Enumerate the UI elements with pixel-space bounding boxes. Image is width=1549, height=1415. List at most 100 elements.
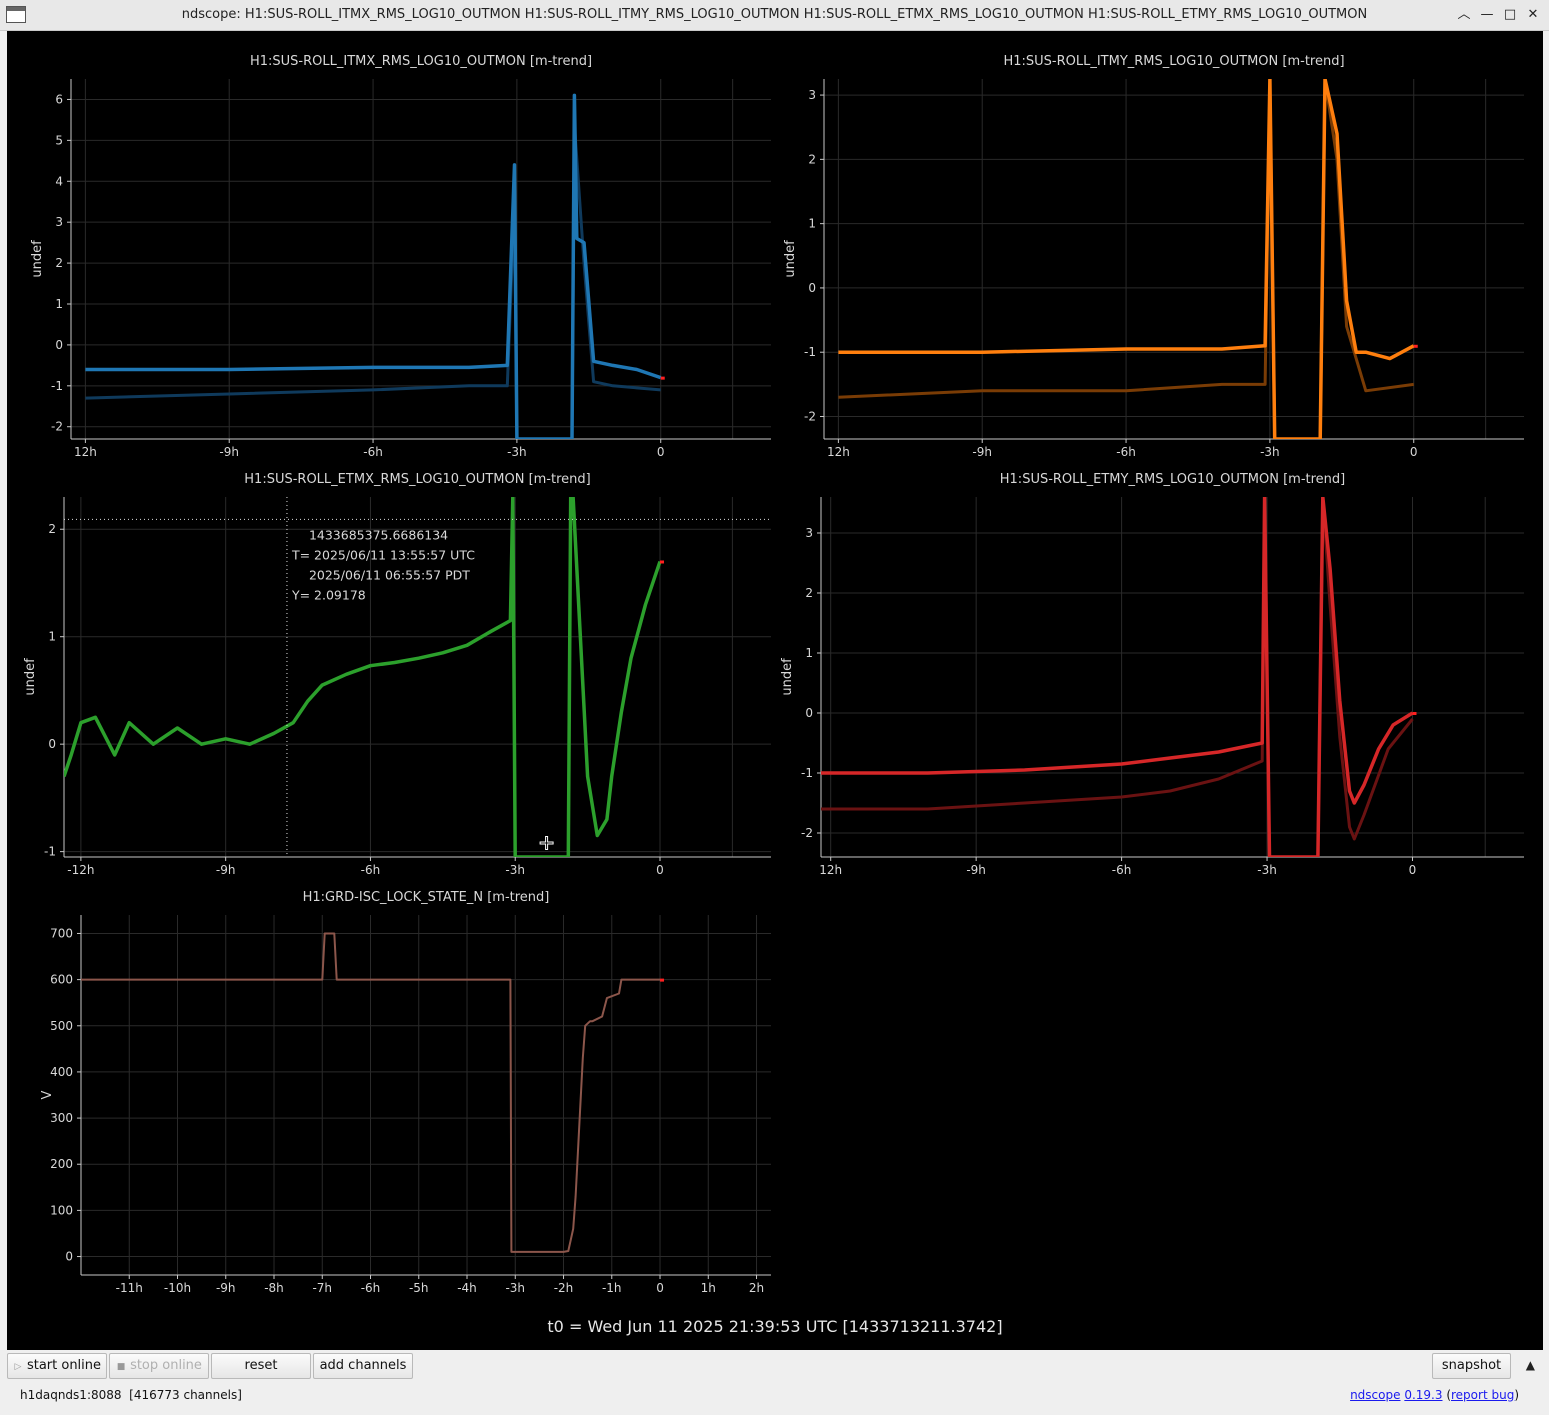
channel-count: [416773 channels]	[129, 1388, 242, 1402]
version-info: ndscope 0.19.3 (report bug)	[1350, 1388, 1519, 1402]
y-tick-label: 400	[50, 1065, 73, 1079]
x-tick-label: -6h	[1116, 445, 1136, 459]
y-tick-label: -1	[801, 766, 813, 780]
x-tick-label: -3h	[507, 445, 527, 459]
y-tick-label: 200	[50, 1157, 73, 1171]
y-tick-label: -1	[44, 845, 56, 859]
add-channels-button[interactable]: add channels	[313, 1353, 413, 1379]
stop-icon: ■	[116, 1362, 126, 1372]
stop-online-button[interactable]: ■ stop online	[109, 1353, 209, 1379]
keep-above-button[interactable]: ︿	[1454, 4, 1474, 26]
close-button[interactable]: ✕	[1523, 4, 1543, 26]
reset-button[interactable]: reset	[211, 1353, 311, 1379]
x-tick-label: 0	[657, 445, 665, 459]
x-tick-label: -4h	[457, 1281, 477, 1295]
x-tick-label: -12h	[67, 863, 94, 877]
start-online-label: start online	[26, 1358, 102, 1373]
maximize-button[interactable]: □	[1500, 4, 1520, 26]
y-axis-label: V	[40, 1090, 55, 1099]
live-point-marker	[1412, 712, 1417, 715]
live-point-marker	[660, 376, 665, 380]
x-tick-label: -7h	[312, 1281, 332, 1295]
y-tick-label: 1	[808, 217, 816, 231]
y-tick-label: 0	[55, 338, 63, 352]
x-tick-label: 12h	[74, 445, 97, 459]
x-tick-label: -3h	[505, 1281, 525, 1295]
cursor-readout-utc: T= 2025/06/11 13:55:57 UTC	[291, 547, 475, 562]
x-tick-label: -9h	[972, 445, 992, 459]
y-tick-label: 3	[805, 526, 813, 540]
y-tick-label: -2	[804, 410, 816, 424]
series-line-mean	[821, 497, 1414, 857]
y-tick-label: 2	[48, 522, 56, 536]
x-tick-label: 2h	[749, 1281, 764, 1295]
y-tick-label: -2	[51, 420, 63, 434]
y-tick-label: 0	[808, 281, 816, 295]
plot-panel-grd: H1:GRD-ISC_LOCK_STATE_N [m-trend] V 0 100 20…	[40, 890, 771, 1295]
y-tick-label: 300	[50, 1111, 73, 1125]
move-cursor-icon-inner	[540, 837, 553, 850]
plot-title: H1:SUS-ROLL_ETMX_RMS_LOG10_OUTMON [m-tre…	[244, 472, 590, 487]
plot-title: H1:SUS-ROLL_ITMX_RMS_LOG10_OUTMON [m-tre…	[250, 54, 592, 69]
x-tick-label: -3h	[505, 863, 525, 877]
y-tick-label: 1	[805, 646, 813, 660]
y-axis-label: undef	[783, 240, 798, 278]
x-tick-label: -9h	[219, 445, 239, 459]
series-group	[821, 497, 1414, 857]
start-online-button[interactable]: ▷ start online	[7, 1353, 107, 1379]
y-tick-label: 1	[48, 630, 56, 644]
y-axis-label: undef	[30, 240, 45, 278]
status-text: h1daqnds1:8088 [416773 channels]	[20, 1388, 242, 1402]
x-tick-label: -5h	[409, 1281, 429, 1295]
window-title: ndscope: H1:SUS-ROLL_ITMX_RMS_LOG10_OUTM…	[181, 7, 1368, 22]
version-link[interactable]: 0.19.3	[1404, 1388, 1442, 1402]
t0-label: t0 = Wed Jun 11 2025 21:39:53 UTC [14337…	[547, 1317, 1003, 1336]
plot-panel-etmy: H1:SUS-ROLL_ETMY_RMS_LOG10_OUTMON [m-tre…	[780, 472, 1524, 877]
report-bug-link[interactable]: report bug	[1451, 1388, 1514, 1402]
x-tick-label: -9h	[966, 863, 986, 877]
server-address: h1daqnds1:8088	[20, 1388, 122, 1402]
window-titlebar: ndscope: H1:SUS-ROLL_ITMX_RMS_LOG10_OUTM…	[0, 0, 1549, 31]
y-tick-label: 0	[805, 706, 813, 720]
x-tick-label: 0	[656, 1281, 664, 1295]
y-tick-label: 0	[65, 1250, 73, 1264]
x-tick-label: 1h	[701, 1281, 716, 1295]
cursor-readout-pdt: 2025/06/11 06:55:57 PDT	[309, 567, 470, 582]
play-icon: ▷	[14, 1362, 22, 1372]
live-point-marker	[660, 560, 665, 564]
y-tick-label: 1	[55, 297, 63, 311]
plot-title: H1:SUS-ROLL_ETMY_RMS_LOG10_OUTMON [m-tre…	[1000, 472, 1345, 487]
plot-title: H1:SUS-ROLL_ITMY_RMS_LOG10_OUTMON [m-tre…	[1003, 54, 1344, 69]
collapse-arrow-icon[interactable]: ▲	[1526, 1358, 1535, 1372]
x-tick-label: -6h	[361, 863, 381, 877]
plots-svg[interactable]: H1:SUS-ROLL_ITMX_RMS_LOG10_OUTMON [m-tre…	[7, 31, 1543, 1350]
x-tick-label: -6h	[1112, 863, 1132, 877]
stop-online-label: stop online	[130, 1358, 202, 1373]
cursor-readout-y: Y= 2.09178	[291, 587, 366, 602]
y-tick-label: 4	[55, 174, 63, 188]
ndscope-link[interactable]: ndscope	[1350, 1388, 1400, 1402]
y-tick-label: -1	[804, 345, 816, 359]
x-tick-label: 0	[1410, 445, 1418, 459]
x-tick-label: -6h	[361, 1281, 381, 1295]
snapshot-button[interactable]: snapshot	[1432, 1353, 1511, 1379]
plot-title: H1:GRD-ISC_LOCK_STATE_N [m-trend]	[303, 890, 550, 905]
x-tick-label: -1h	[602, 1281, 622, 1295]
y-tick-label: 100	[50, 1203, 73, 1217]
y-tick-label: 3	[808, 88, 816, 102]
minimize-button[interactable]: —	[1477, 4, 1497, 26]
y-axis-label: undef	[23, 658, 38, 696]
x-tick-label: -2h	[554, 1281, 574, 1295]
y-tick-label: 2	[55, 256, 63, 270]
x-tick-label: -9h	[216, 1281, 236, 1295]
y-tick-label: 600	[50, 973, 73, 987]
y-tick-label: -2	[801, 826, 813, 840]
x-tick-label: -3h	[1257, 863, 1277, 877]
x-tick-label: 0	[1409, 863, 1417, 877]
live-point-marker	[660, 978, 665, 982]
x-tick-label: -8h	[264, 1281, 284, 1295]
y-tick-label: 2	[808, 152, 816, 166]
plot-canvas[interactable]: H1:SUS-ROLL_ITMX_RMS_LOG10_OUTMON [m-tre…	[7, 31, 1543, 1350]
x-tick-label: 12h	[827, 445, 850, 459]
x-tick-label: -6h	[363, 445, 383, 459]
